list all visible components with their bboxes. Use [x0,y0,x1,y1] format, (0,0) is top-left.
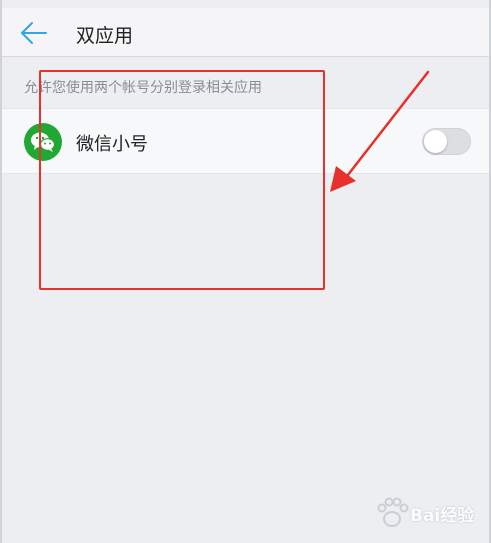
watermark-text: Bai经验 [410,506,475,526]
phone-screen: 双应用 允许您使用两个帐号分别登录相关应用 微信小号 Bai经验 [0,0,491,543]
watermark-logo: Bai经验 [374,492,484,532]
app-bar: 双应用 [2,8,489,57]
arrow-left-icon [21,22,47,44]
annotation-arrow [330,70,430,192]
annotation-highlight-box [39,70,325,290]
status-bar [2,0,489,8]
back-button[interactable] [16,18,50,48]
paw-icon [377,497,409,527]
page-title: 双应用 [76,25,134,47]
